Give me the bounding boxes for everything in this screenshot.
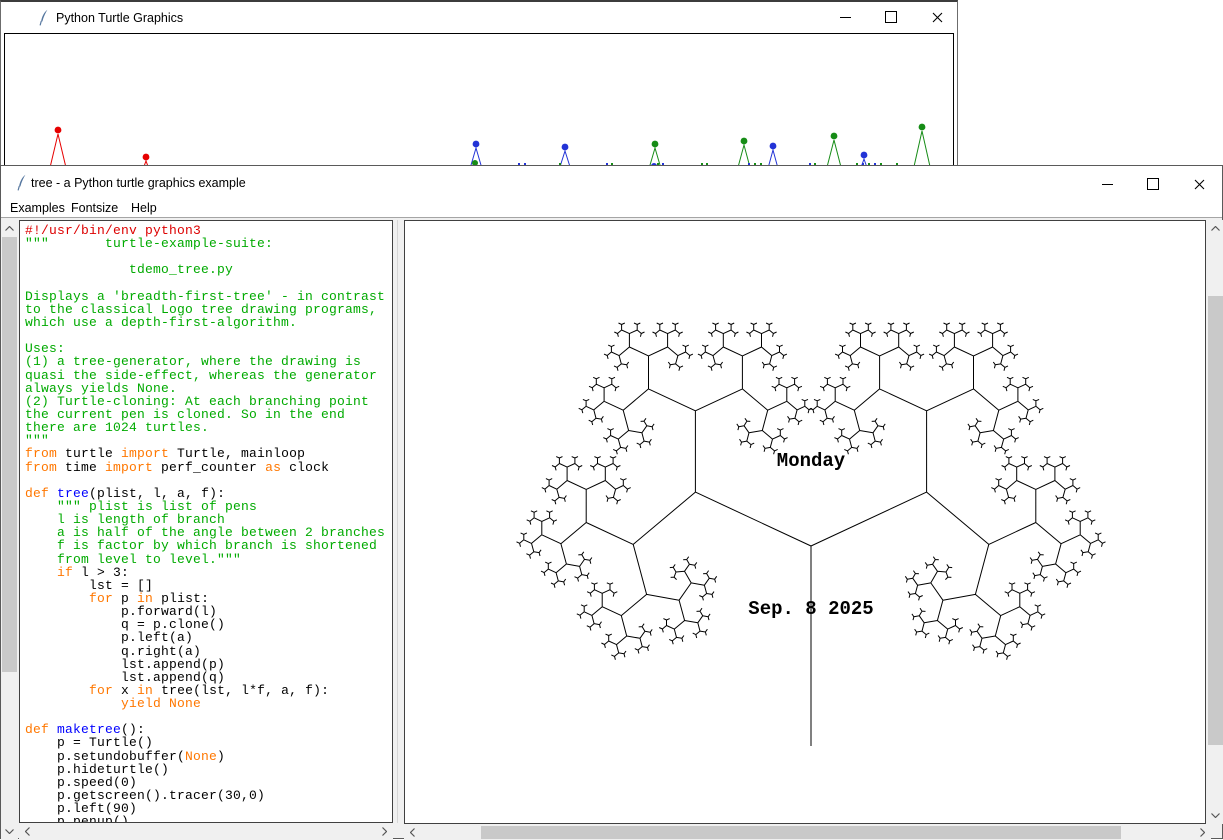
code-line: """ turtle-example-suite: <box>25 237 392 250</box>
pane-divider[interactable] <box>397 220 398 823</box>
canvas-text-label: Sep. 8 2025 <box>748 598 873 620</box>
code-line <box>25 329 392 342</box>
code-line: which use a depth-first-algorithm. <box>25 316 392 329</box>
canvas-vscrollbar[interactable] <box>1207 220 1223 824</box>
back-minimize-button[interactable] <box>830 5 860 29</box>
close-icon <box>932 12 943 23</box>
back-window-title: Python Turtle Graphics <box>56 11 183 25</box>
scroll-left-button[interactable] <box>19 823 36 840</box>
menu-bar: Examples Fontsize Help <box>1 198 1222 218</box>
front-maximize-button[interactable] <box>1138 172 1168 196</box>
menu-fontsize[interactable]: Fontsize <box>67 200 122 216</box>
code-line: there are 1024 turtles. <box>25 421 392 434</box>
canvas-hscrollbar[interactable] <box>404 825 1211 840</box>
code-editor[interactable]: #!/usr/bin/env python3""" turtle-example… <box>19 220 393 823</box>
code-vscrollbar-thumb[interactable] <box>2 237 17 672</box>
scroll-up-button[interactable] <box>1 220 18 237</box>
maximize-icon <box>885 11 897 23</box>
maximize-icon <box>1147 178 1159 190</box>
close-icon <box>1194 179 1205 190</box>
canvas-hscrollbar-thumb[interactable] <box>481 826 1121 839</box>
menu-examples[interactable]: Examples <box>6 200 69 216</box>
code-line: yield None <box>25 697 392 710</box>
scroll-up-button[interactable] <box>1207 220 1223 237</box>
back-maximize-button[interactable] <box>876 5 906 29</box>
back-window-titlebar[interactable]: Python Turtle Graphics <box>1 2 957 31</box>
code-line: tdemo_tree.py <box>25 263 392 276</box>
front-close-button[interactable] <box>1184 172 1214 196</box>
turtle-drawing-canvas[interactable]: Monday Sep. 8 2025 <box>404 220 1206 824</box>
scroll-right-button[interactable] <box>376 823 393 840</box>
scroll-left-button[interactable] <box>404 825 421 840</box>
front-window-title: tree - a Python turtle graphics example <box>31 176 246 190</box>
code-line: from time import perf_counter as clock <box>25 461 392 474</box>
back-close-button[interactable] <box>922 5 952 29</box>
minimize-icon <box>840 17 851 18</box>
menu-help[interactable]: Help <box>127 200 161 216</box>
scroll-down-button[interactable] <box>1 823 18 840</box>
scroll-down-button[interactable] <box>1207 807 1223 824</box>
scroll-right-button[interactable] <box>1194 825 1211 840</box>
tk-feather-icon <box>37 9 50 26</box>
fractal-tree-drawing <box>405 221 1205 823</box>
tk-feather-icon <box>15 174 28 191</box>
front-window-titlebar[interactable]: tree - a Python turtle graphics example <box>1 166 1222 198</box>
canvas-text-label: Monday <box>777 450 845 472</box>
code-lines: #!/usr/bin/env python3""" turtle-example… <box>20 221 392 823</box>
code-hscrollbar[interactable] <box>19 823 393 840</box>
front-minimize-button[interactable] <box>1092 172 1122 196</box>
front-window: tree - a Python turtle graphics example … <box>0 165 1223 839</box>
minimize-icon <box>1102 184 1113 185</box>
canvas-vscrollbar-thumb[interactable] <box>1208 296 1223 745</box>
code-line: p.penup() <box>25 815 392 823</box>
code-vscrollbar[interactable] <box>1 220 18 840</box>
